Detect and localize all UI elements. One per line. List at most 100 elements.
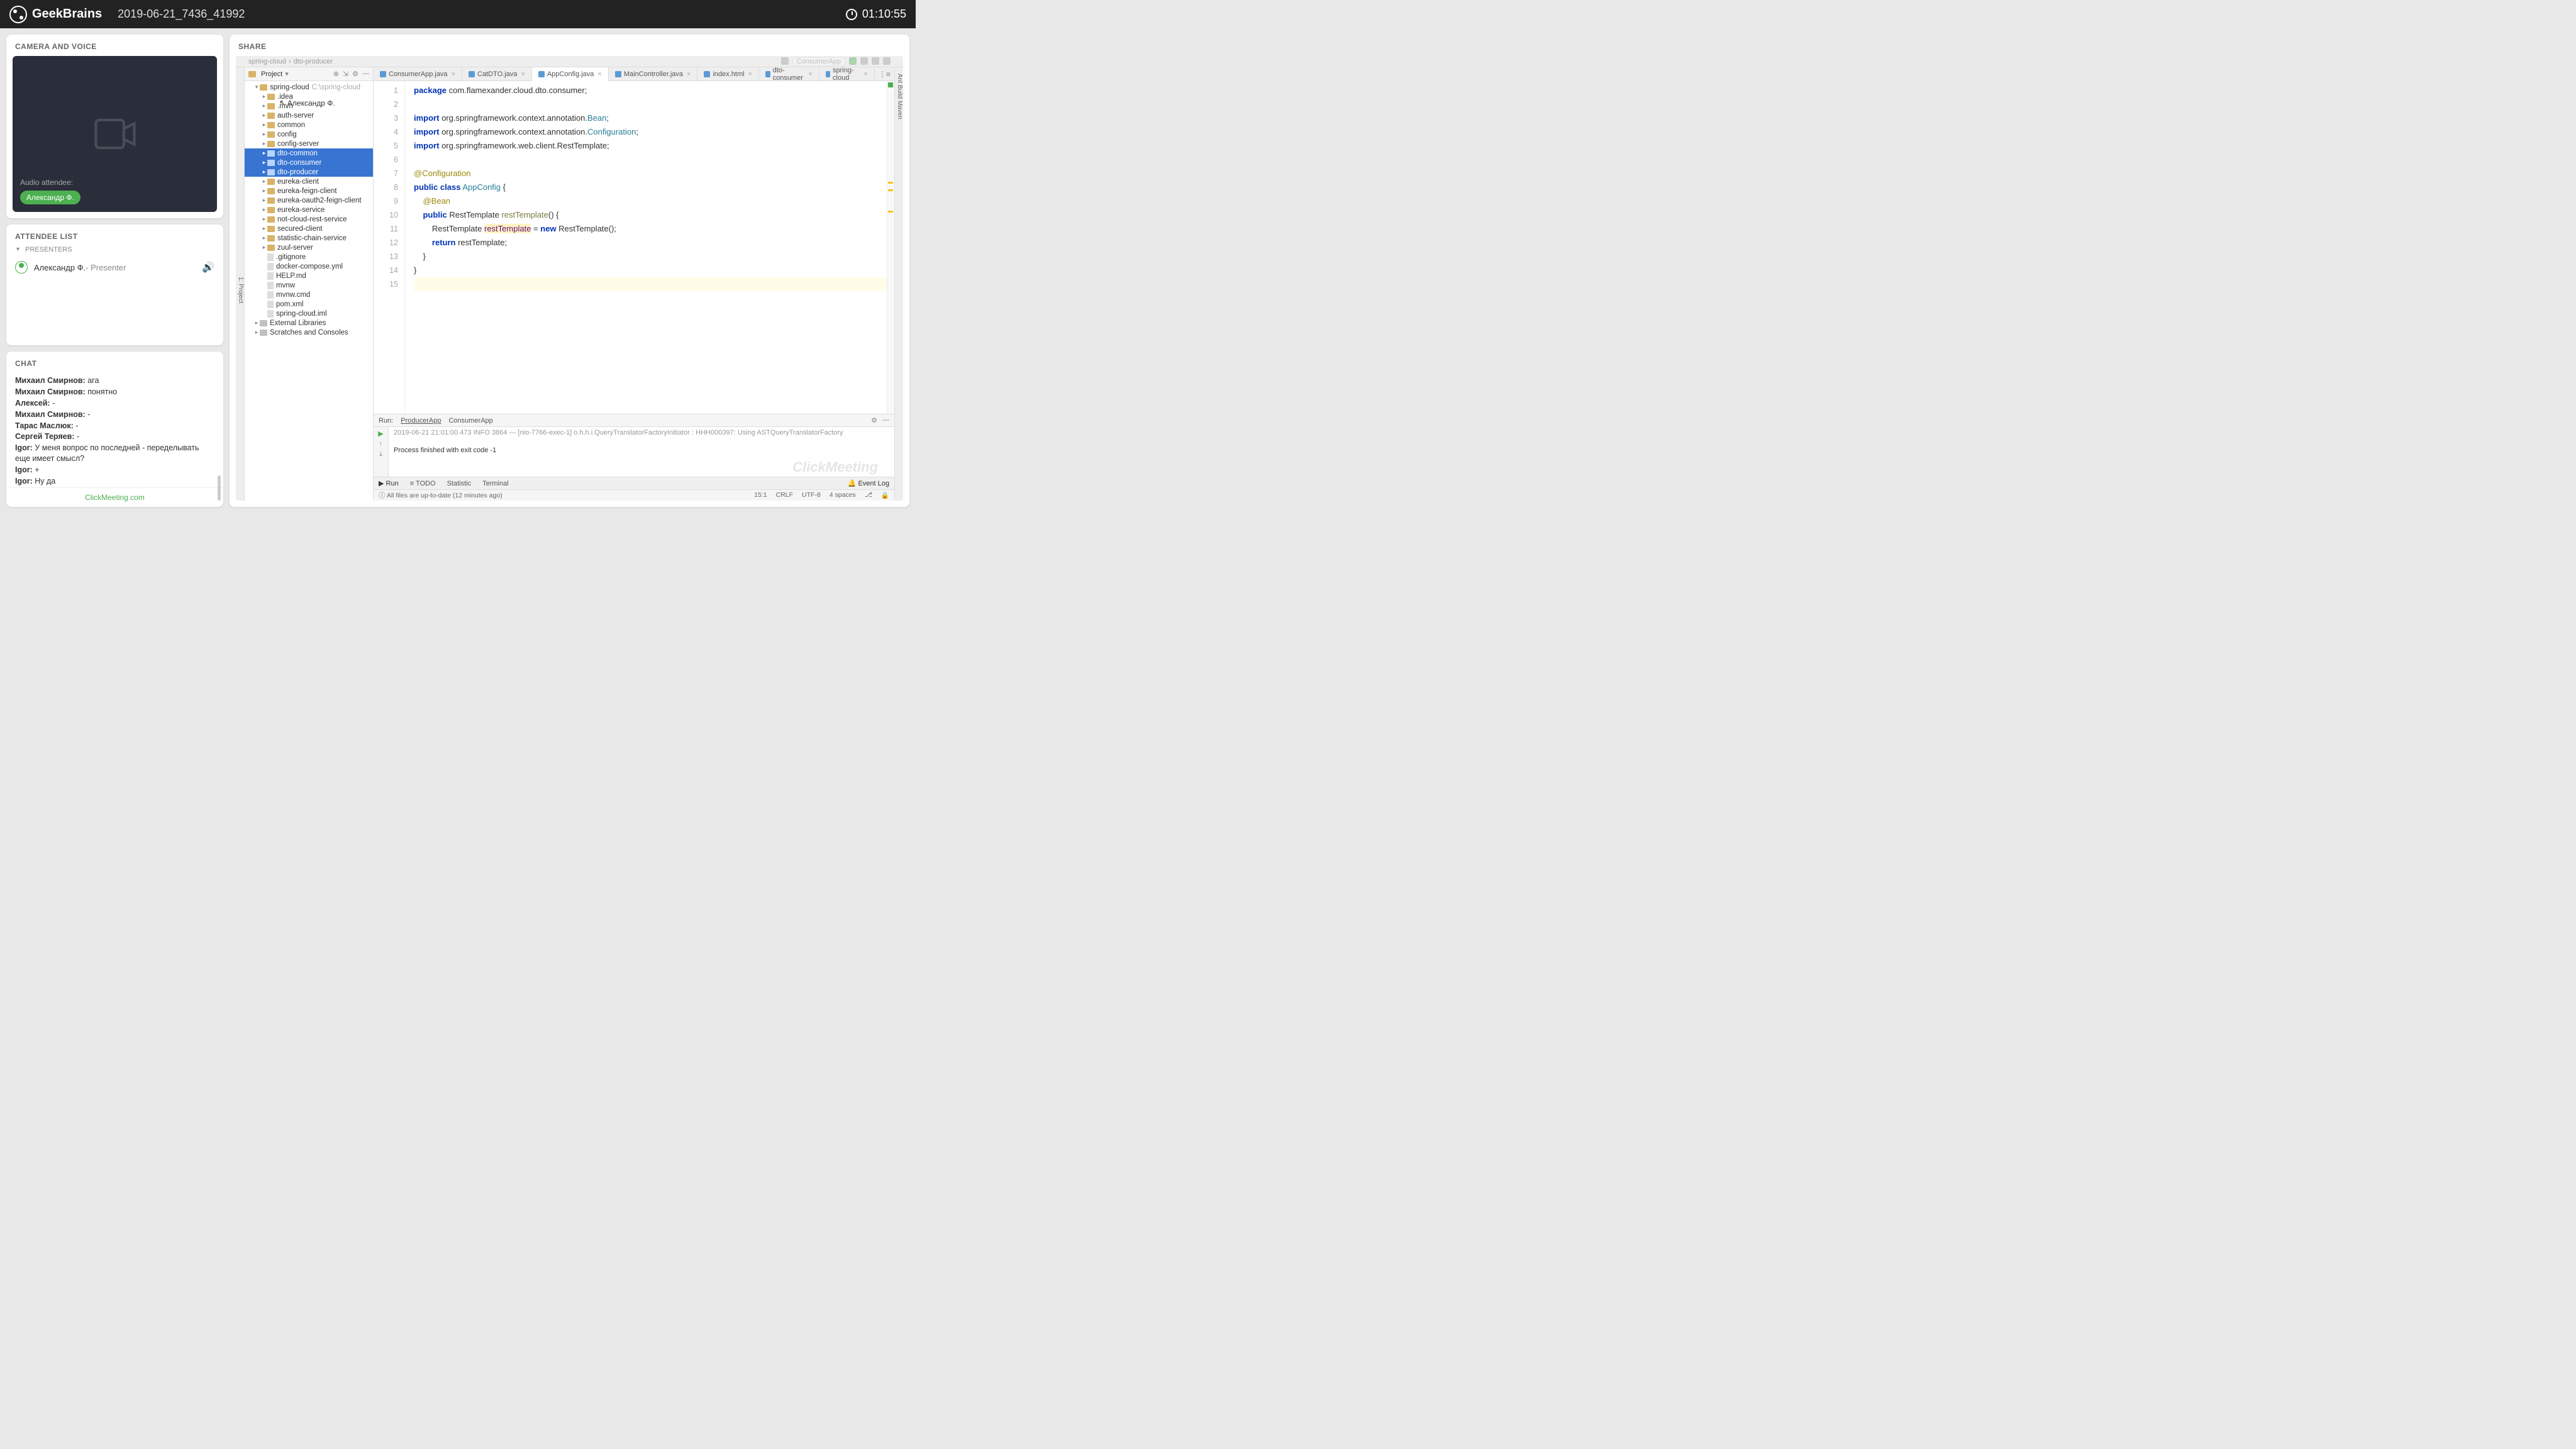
editor-tab[interactable]: CatDTO.java× [462,67,532,80]
tree-item[interactable]: ▸eureka-oauth2-feign-client [245,196,373,205]
search-icon[interactable] [883,57,891,65]
stop-icon[interactable] [872,57,879,65]
gear-icon[interactable]: ⚙ [352,70,358,78]
warning-marker[interactable] [888,189,893,191]
minimize-icon[interactable]: — [882,416,889,425]
editor-tab[interactable]: index.html× [697,67,759,80]
share-panel: SHARE spring-cloud› dto-producer Consume… [230,35,909,507]
ide-left-tool-tabs[interactable]: 1: Project 7: Structure 2: Favorites [236,67,245,501]
tree-item[interactable]: ▸dto-common [245,148,373,158]
tree-item[interactable]: ▸External Libraries [245,318,373,328]
crumb[interactable]: dto-producer [294,58,333,65]
close-icon[interactable]: × [808,70,812,78]
close-icon[interactable]: × [687,70,691,78]
gear-icon[interactable]: ⚙ [871,416,877,425]
lock-icon[interactable]: 🔒 [881,491,889,499]
tree-item[interactable]: ▸eureka-service [245,205,373,214]
tool-terminal[interactable]: Terminal [482,480,509,487]
attendee-row[interactable]: Александр Ф. - Presenter 🔊 [6,257,223,277]
tool-todo[interactable]: ≡ TODO [410,480,436,487]
tree-item[interactable]: ▸zuul-server [245,243,373,252]
file-icon [615,71,621,77]
debug-icon[interactable] [860,57,868,65]
camera-video[interactable]: Audio attendee: Александр Ф. [13,56,217,212]
sound-icon[interactable]: 🔊 [202,261,214,274]
tree-item[interactable]: ▸.mvn [245,101,373,111]
tree-item[interactable]: pom.xml [245,299,373,309]
run-tab[interactable]: ConsumerApp [448,417,492,425]
close-icon[interactable]: × [748,70,752,78]
tree-item[interactable]: mvnw.cmd [245,290,373,299]
editor-tab[interactable]: dto-consumer× [759,67,819,80]
tree-item[interactable]: ▸statistic-chain-service [245,233,373,243]
tree-item[interactable]: mvnw [245,280,373,290]
run-gutter: ▶ ↑ ⤓ [374,427,389,477]
indent[interactable]: 4 spaces [830,491,856,499]
caret-pos[interactable]: 15:1 [754,491,767,499]
crumb[interactable]: spring-cloud [248,58,286,65]
tree-item[interactable]: ▸dto-producer [245,167,373,177]
close-icon[interactable]: × [521,70,525,78]
target-icon[interactable]: ⊕ [333,70,339,78]
attendee-group[interactable]: PRESENTERS [6,246,223,257]
editor-tab[interactable]: MainController.java× [609,67,698,80]
editor-content[interactable]: 123456789101112131415 package com.flamex… [374,81,894,414]
close-icon[interactable]: × [452,70,455,78]
encoding[interactable]: UTF-8 [802,491,821,499]
tree-item[interactable]: ▸eureka-feign-client [245,186,373,196]
tool-event-log[interactable]: 🔔 Event Log [848,479,889,487]
tree-item[interactable]: HELP.md [245,271,373,280]
log-line: 2019-06-21 21:01:00.473 INFO 3864 --- [n… [394,428,889,437]
tool-statistic[interactable]: Statistic [447,480,472,487]
down-icon[interactable]: ⤓ [379,450,382,458]
rerun-icon[interactable]: ▶ [378,430,383,438]
editor-tab[interactable]: AppConfig.java× [532,67,609,81]
tree-item[interactable]: ▸config-server [245,139,373,148]
tree-item[interactable]: .gitignore [245,252,373,262]
run-tab[interactable]: ProducerApp [401,417,441,425]
tree-item[interactable]: docker-compose.yml [245,262,373,271]
tree-item[interactable]: spring-cloud.iml [245,309,373,318]
hide-icon[interactable]: — [362,70,369,78]
tree-item[interactable]: ▸.idea [245,92,373,101]
close-icon[interactable]: × [864,70,868,78]
chat-body[interactable]: Михаил Смирнов: агаМихаил Смирнов: понят… [6,373,223,487]
tab-maven[interactable]: Maven [896,101,903,119]
editor-tab[interactable]: spring-cloud× [819,67,875,80]
scrollbar-thumb[interactable] [218,475,221,501]
tree-item[interactable]: ▸config [245,130,373,139]
tree-item[interactable]: ▸not-cloud-rest-service [245,214,373,224]
marker-strip[interactable] [887,81,894,414]
tree-item[interactable]: ▸secured-client [245,224,373,233]
audio-attendee-badge[interactable]: Александр Ф. [20,191,80,204]
collapse-icon[interactable]: ⇲ [343,70,348,78]
tab-project[interactable]: 1: Project [237,277,244,303]
code-area[interactable]: package com.flamexander.cloud.dto.consum… [405,81,887,414]
tree-item[interactable]: ▸auth-server [245,111,373,120]
tool-run[interactable]: ▶ Run [379,479,399,487]
build-icon[interactable] [781,57,789,65]
tab-ant[interactable]: Ant Build [896,67,903,99]
project-tree[interactable]: ▾ spring-cloud C:\spring-cloud ▸.idea▸.m… [245,81,373,501]
run-icon[interactable] [849,57,857,65]
run-config[interactable]: ConsumerApp [792,57,845,66]
warning-marker[interactable] [888,211,893,213]
tree-item[interactable]: ▸dto-consumer [245,158,373,167]
bottom-tool-strip: ▶ Run ≡ TODO Statistic Terminal 🔔 Event … [374,477,894,489]
close-icon[interactable]: × [597,70,601,78]
git-branch[interactable]: ⎇ [865,491,872,499]
tree-item[interactable]: ▸eureka-client [245,177,373,186]
chat-footer[interactable]: ClickMeeting.com [6,487,223,507]
attendee-title: ATTENDEE LIST [6,225,223,246]
project-dropdown[interactable]: Project [261,70,282,78]
line-sep[interactable]: CRLF [776,491,793,499]
ide-right-tool-tabs[interactable]: Ant Build Maven [894,67,903,501]
tabs-overflow[interactable]: ⋮≡ [875,67,894,80]
tree-item[interactable]: ▸Scratches and Consoles [245,328,373,337]
editor-tab[interactable]: ConsumerApp.java× [374,67,462,80]
tree-item[interactable]: ▸common [245,120,373,130]
warning-marker[interactable] [888,182,893,184]
tree-root[interactable]: ▾ spring-cloud C:\spring-cloud [245,82,373,92]
attendee-role: - Presenter [86,263,126,272]
up-icon[interactable]: ↑ [379,440,383,448]
